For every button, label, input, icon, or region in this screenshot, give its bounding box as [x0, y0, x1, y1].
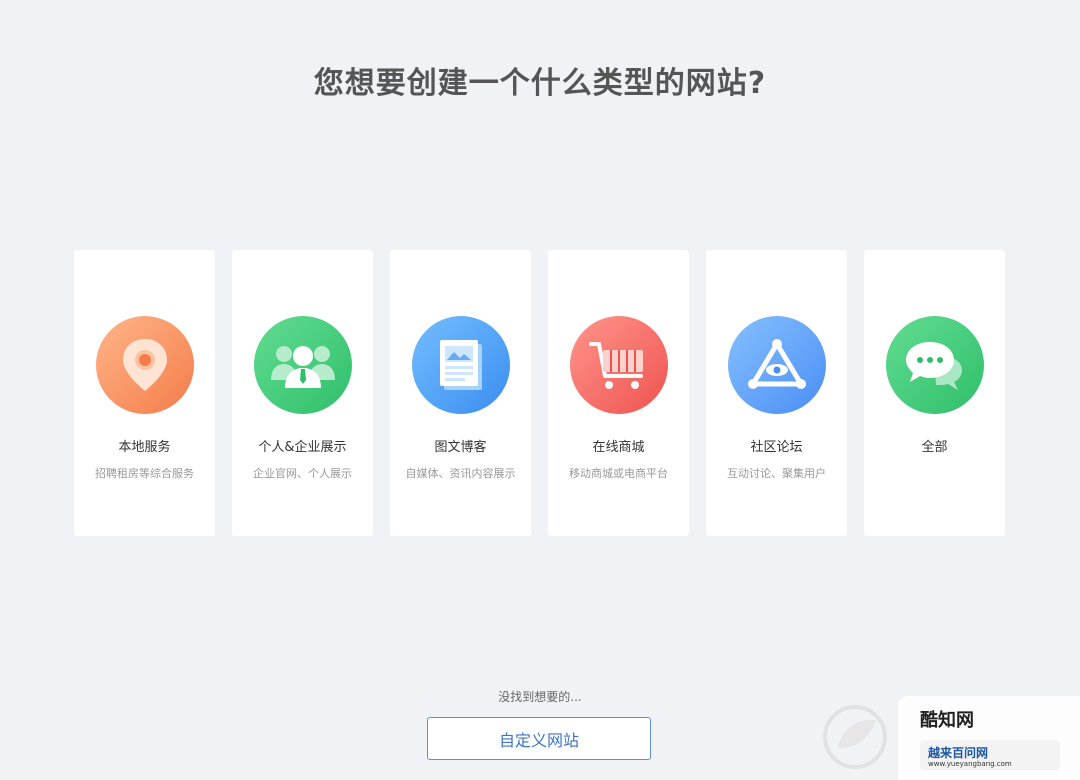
site-type-cards: 本地服务 招聘租房等综合服务 个人&企业展示 企业官网、个人展示 图文博客 自媒…: [74, 250, 1005, 536]
card-desc: 自媒体、资讯内容展示: [405, 467, 516, 480]
card-blog[interactable]: 图文博客 自媒体、资讯内容展示: [390, 250, 531, 536]
card-name: 本地服务: [118, 440, 171, 455]
chat-bubble-icon: [885, 316, 984, 414]
create-site-page: 您想要创建一个什么类型的网站? 本地服务 招聘租房等综合服务 个人&企业展示 企…: [0, 0, 1080, 780]
card-desc: 互动讨论、聚集用户: [727, 467, 826, 480]
location-pin-icon: [95, 316, 194, 414]
page-title: 您想要创建一个什么类型的网站?: [313, 66, 767, 101]
newspaper-icon: [411, 316, 510, 414]
card-all[interactable]: 全部: [864, 250, 1005, 536]
card-name: 全部: [921, 440, 948, 455]
community-triangle-icon: [727, 316, 826, 414]
custom-website-button[interactable]: 自定义网站: [427, 717, 651, 760]
card-community-forum[interactable]: 社区论坛 互动讨论、聚集用户: [706, 250, 847, 536]
shopping-cart-icon: [569, 316, 668, 414]
card-name: 社区论坛: [750, 440, 803, 455]
card-name: 个人&企业展示: [258, 440, 347, 455]
watermark: 酷知网 越来百问网 www.yueyangbang.com: [820, 690, 1080, 780]
card-desc: 招聘租房等综合服务: [95, 467, 194, 480]
users-icon: [253, 316, 352, 414]
card-desc: 移动商城或电商平台: [569, 467, 668, 480]
card-personal-business[interactable]: 个人&企业展示 企业官网、个人展示: [232, 250, 373, 536]
card-name: 图文博客: [434, 440, 487, 455]
watermark-url: www.yueyangbang.com: [928, 760, 1012, 768]
card-desc: 企业官网、个人展示: [253, 467, 352, 480]
watermark-sub: 越来百问网: [928, 746, 989, 760]
watermark-brand: 酷知网: [920, 710, 974, 731]
card-online-shop[interactable]: 在线商城 移动商城或电商平台: [548, 250, 689, 536]
card-local-service[interactable]: 本地服务 招聘租房等综合服务: [74, 250, 215, 536]
leaf-logo-icon: [823, 705, 887, 769]
card-name: 在线商城: [592, 440, 645, 455]
watermark-box: 酷知网 越来百问网 www.yueyangbang.com: [898, 696, 1080, 780]
